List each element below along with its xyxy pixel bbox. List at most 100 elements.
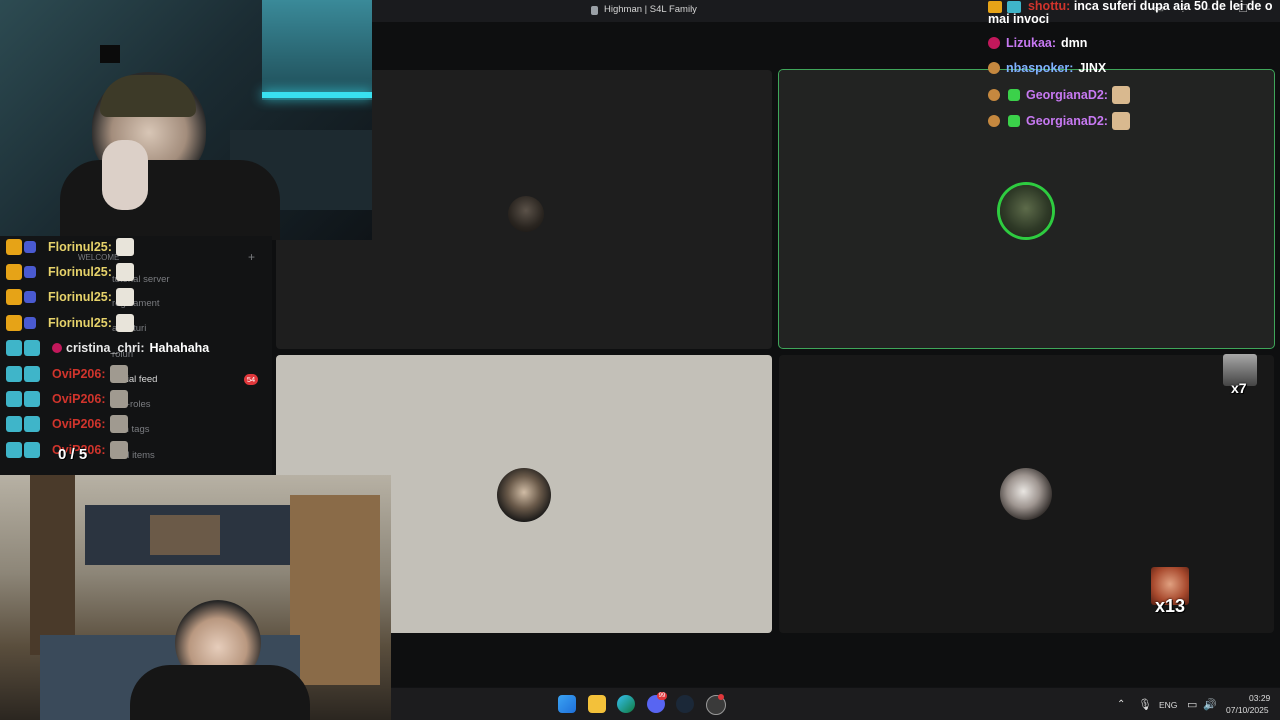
chat-message-text: JINX [1078,61,1107,75]
chat-message: Florinul25: [6,312,134,334]
dog-emote-icon [115,238,134,256]
badge-icon [24,442,40,458]
crown-badge-icon [6,289,22,305]
chat-username: Florinul25: [48,265,112,279]
sub-badge-icon [988,37,1000,49]
crown-badge-icon [6,239,22,255]
badge-icon [1007,0,1022,13]
badge-icon [24,391,40,407]
chat-username: OviP206: [52,417,106,431]
torso [130,665,310,720]
sub-badge-icon [24,291,36,303]
badge-icon [6,442,22,458]
chat-message: nbaspoker: JINX [988,57,1106,79]
clock-date[interactable]: 07/10/2025 [1226,705,1269,715]
chat-message: Florinul25: [6,286,134,308]
challenge-counter: 0 / 5 [58,446,88,463]
gift-icon [1008,115,1020,127]
chat-message: OviP206: [6,363,128,385]
wall-light [262,0,372,100]
discord-notification-badge: 99 [657,692,667,700]
emote-icon [109,415,128,433]
volume-icon[interactable]: 🔊 [1203,698,1217,711]
chat-username: Florinul25: [48,316,112,330]
emote-icon [109,441,128,459]
emote-count-bottom: x13 [1155,596,1186,616]
crown-badge-icon [6,264,22,280]
streamer-webcam-top [0,0,372,240]
edge-browser-icon[interactable] [617,695,635,713]
emote-icon [109,390,128,408]
chat-message-top: shottu: inca suferi dupa aia 50 de lei d… [988,0,1280,26]
sub-badge-icon [24,241,36,253]
windows-taskbar: 99 ⌃ 🎙 ENG ▭ 🔊 03:29 07/10/2025 [391,688,1280,720]
crown-badge-icon [6,315,22,331]
chat-message: OviP206: [6,413,128,435]
dog-emote-icon [1111,86,1130,104]
participant-avatar [508,196,544,232]
chat-username: Florinul25: [48,290,112,304]
chat-username: Lizukaa: [1006,36,1057,50]
badge-icon [24,340,40,356]
network-icon[interactable]: ▭ [1187,698,1197,711]
emote-icon [109,365,128,383]
chat-username: GeorgianaD2: [1026,88,1108,102]
chat-username: OviP206: [52,392,106,406]
participant-avatar [1000,185,1052,237]
sub-badge-icon [52,343,62,353]
language-indicator[interactable]: ENG [1159,700,1177,710]
chat-message-text: Hahahaha [149,341,210,355]
badge-icon [6,366,22,382]
badge-icon [24,416,40,432]
clock-time[interactable]: 03:29 [1249,693,1270,703]
wall-decoration [100,45,120,63]
tray-chevron-icon[interactable]: ⌃ [1117,699,1125,710]
badge-icon [988,0,1002,13]
wardrobe [290,495,380,685]
microphone-icon[interactable]: 🎙 [1138,698,1152,711]
participant-avatar [1000,468,1052,520]
dog-emote-icon [115,288,134,306]
badge-icon [24,366,40,382]
badge-icon [6,340,22,356]
chat-username: OviP206: [52,367,106,381]
cap [100,75,196,117]
chat-username: Florinul25: [48,240,112,254]
shelf [150,515,220,555]
dog-emote-icon [115,314,134,332]
badge-icon [6,416,22,432]
chat-message: GeorgianaD2: [988,84,1130,106]
app-notification-dot [718,694,724,700]
file-explorer-icon[interactable] [588,695,606,713]
emote-count-top: x7 [1231,380,1247,396]
led-strip [262,92,372,98]
bookshelf [30,475,75,655]
participant-tile[interactable] [779,355,1274,633]
app-icon [591,6,598,15]
sub-badge-icon [988,62,1000,74]
chat-message: OviP206: [6,388,128,410]
sub-badge-icon [988,89,1000,101]
chat-message: Florinul25: [6,261,134,283]
add-channel-icon[interactable]: + [248,250,255,264]
mention-badge: 54 [244,374,258,385]
chat-username: GeorgianaD2: [1026,114,1108,128]
sub-badge-icon [988,115,1000,127]
window-title: Highman | S4L Family [604,4,697,15]
chat-message: cristina_chri: Hahahaha [6,337,209,359]
steam-icon[interactable] [676,695,694,713]
chat-message: Lizukaa: dmn [988,32,1087,54]
badge-icon [6,391,22,407]
hand [102,140,148,210]
dog-emote-icon [115,263,134,281]
streamer-webcam-bottom [0,475,391,720]
participant-avatar [497,468,551,522]
dog-emote-icon [1111,112,1130,130]
sub-badge-icon [24,266,36,278]
start-button-icon[interactable] [558,695,576,713]
chat-message: GeorgianaD2: [988,110,1130,132]
chat-message: Florinul25: [6,236,134,258]
gift-icon [1008,89,1020,101]
chat-username: cristina_chri: [66,341,145,355]
chat-username: nbaspoker: [1006,61,1074,75]
